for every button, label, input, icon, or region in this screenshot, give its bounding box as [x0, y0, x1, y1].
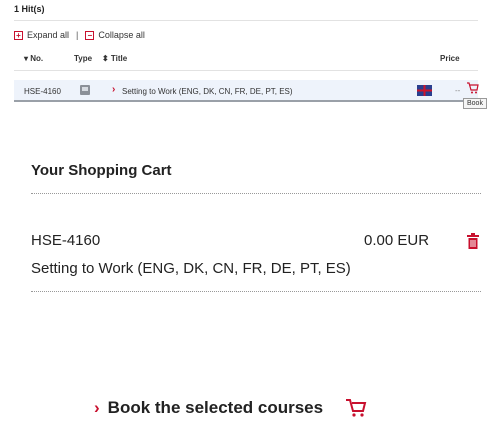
cart-icon — [346, 399, 367, 417]
course-title-link[interactable]: Setting to Work (ENG, DK, CN, FR, DE, PT… — [122, 87, 293, 96]
book-tooltip: Book — [463, 98, 487, 109]
column-title[interactable]: ⬍ Title — [102, 54, 127, 63]
chevron-right-icon: › — [94, 398, 100, 417]
divider — [14, 70, 478, 71]
cart-item-name: Setting to Work (ENG, DK, CN, FR, DE, PT… — [31, 260, 351, 277]
course-code: HSE-4160 — [24, 87, 61, 96]
uk-flag-icon — [417, 85, 432, 96]
course-price: -- — [455, 86, 461, 95]
separator: | — [76, 30, 79, 40]
course-type-icon — [80, 85, 90, 95]
add-to-cart-icon[interactable] — [466, 82, 479, 97]
expand-all-link[interactable]: Expand all — [27, 30, 69, 40]
cart-title: Your Shopping Cart — [31, 162, 172, 179]
book-courses-button[interactable]: › Book the selected courses — [94, 398, 367, 418]
results-header: ▾ No. Type ⬍ Title Price — [14, 52, 478, 68]
cart-item-price: 0.00 EUR — [364, 232, 430, 249]
cart-icon[interactable] — [466, 82, 479, 94]
chevron-right-icon[interactable]: › — [112, 84, 115, 95]
cart-item-code: HSE-4160 — [31, 232, 101, 249]
page: 1 Hit(s) + Expand all | − Collapse all ▾… — [0, 0, 504, 448]
divider — [31, 193, 481, 194]
column-type: Type — [74, 54, 93, 63]
expand-icon[interactable]: + — [14, 30, 23, 40]
trash-icon[interactable] — [466, 233, 480, 249]
expand-collapse-bar: + Expand all | − Collapse all — [14, 30, 145, 40]
result-row[interactable]: HSE-4160 › Setting to Work (ENG, DK, CN,… — [14, 80, 479, 102]
collapse-all-link[interactable]: Collapse all — [98, 30, 145, 40]
divider — [14, 20, 478, 21]
hits-count: 1 Hit(s) — [14, 4, 45, 14]
divider — [31, 291, 481, 292]
book-button-label: Book the selected courses — [107, 398, 324, 417]
column-no[interactable]: ▾ No. — [24, 54, 43, 63]
column-price: Price — [440, 54, 460, 63]
collapse-icon[interactable]: − — [85, 30, 95, 40]
